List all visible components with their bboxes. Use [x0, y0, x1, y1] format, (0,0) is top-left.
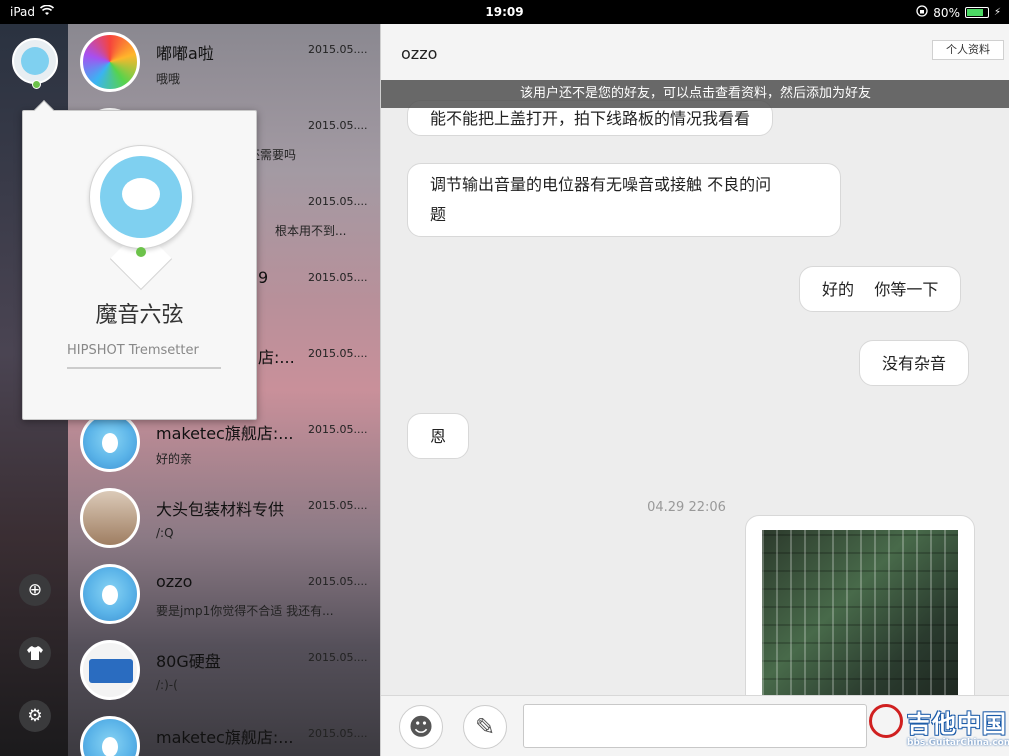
message-date: 2015.05....: [308, 271, 368, 284]
message-date: 2015.05....: [308, 499, 368, 512]
conversation-item[interactable]: 嘟嘟a啦 2015.05.... 哦哦: [68, 24, 380, 100]
message-date: 2015.05....: [308, 119, 368, 132]
profile-popover[interactable]: 魔音六弦 HIPSHOT Tremsetter: [22, 100, 257, 420]
contact-avatar: [80, 640, 140, 700]
circuit-board-photo[interactable]: [762, 530, 958, 695]
gear-icon: ⚙: [27, 706, 43, 726]
contact-name: ozzo: [156, 572, 193, 591]
orientation-lock-icon: [916, 5, 928, 20]
not-friend-notice[interactable]: 该用户还不是您的好友，可以点击查看资料，然后添加为好友: [381, 80, 1009, 108]
message-bubble-sent: 好的 你等一下: [799, 266, 962, 312]
settings-button[interactable]: ⚙: [19, 700, 51, 732]
contact-name: 店:...: [258, 348, 295, 367]
message-text-line: 题: [430, 205, 447, 224]
contact-name: 嘟嘟a啦: [156, 44, 214, 63]
contact-avatar: [80, 32, 140, 92]
message-text-line: 调节输出音量的电位器有无噪音或接触 不良的问: [430, 175, 772, 194]
message-area[interactable]: 能不能把上盖打开，拍下线路板的情况我看看 调节输出音量的电位器有无噪音或接触 不…: [381, 80, 1009, 695]
more-input-button[interactable]: ✎: [463, 705, 507, 749]
qq-logo-icon: [100, 156, 182, 238]
message-text: 恩: [430, 427, 447, 446]
contact-name: 80G硬盘: [156, 652, 221, 671]
chat-header: ozzo 个人资料: [381, 24, 1009, 80]
message-preview: 根本用不到...: [275, 224, 347, 238]
online-status-icon: [136, 247, 146, 257]
battery-icon: [964, 7, 989, 18]
message-preview: 好的亲: [156, 452, 193, 466]
chat-pane: ozzo 个人资料 该用户还不是您的好友，可以点击查看资料，然后添加为好友 能不…: [380, 24, 1009, 756]
message-date: 2015.05....: [308, 43, 368, 56]
contact-avatar: [80, 412, 140, 472]
message-bubble-received: 恩: [407, 413, 470, 459]
message-date: 2015.05....: [308, 575, 368, 588]
message-date: 2015.05....: [308, 423, 368, 436]
clock: 19:09: [485, 5, 524, 19]
message-bubble-received: 调节输出音量的电位器有无噪音或接触 不良的问 题: [407, 163, 841, 237]
profile-avatar[interactable]: [89, 145, 193, 249]
image-message[interactable]: [745, 515, 975, 695]
message-text: 能不能把上盖打开，拍下线路板的情况我看看: [430, 109, 751, 128]
message-preview: /:Q: [156, 526, 174, 540]
conversation-item[interactable]: ozzo 2015.05.... 要是jmp1你觉得不合适 我还有...: [68, 556, 380, 632]
contact-name: 大头包装材料专供: [156, 500, 285, 519]
chat-title: ozzo: [401, 44, 438, 63]
conversation-item[interactable]: 80G硬盘 2015.05.... /:)-(: [68, 632, 380, 708]
contact-name: maketec旗舰店:...: [156, 728, 294, 747]
contact-avatar: [80, 488, 140, 548]
site-watermark: 吉他中国 bbs.GuitarChina.com: [867, 696, 1009, 756]
message-preview: 要是jmp1你觉得不合适 我还有...: [156, 604, 334, 618]
contact-name: 9: [258, 268, 269, 287]
qq-logo-icon: [21, 47, 49, 75]
message-date: 2015.05....: [308, 347, 368, 360]
online-status-icon: [32, 80, 41, 89]
smiley-icon: ☻: [408, 713, 434, 741]
shirt-icon: [27, 646, 43, 666]
status-bar: iPad 19:09 80% ⚡: [0, 0, 1009, 24]
message-text: 没有杂音: [882, 354, 947, 373]
add-contact-button[interactable]: ⊕: [19, 574, 51, 606]
message-bubble-sent: 没有杂音: [859, 340, 970, 386]
composer-bar: ☻ ✎ 吉他中国 bbs.GuitarChina.com: [381, 695, 1009, 756]
view-profile-button[interactable]: 个人资料: [932, 40, 1004, 60]
contact-name: maketec旗舰店:...: [156, 424, 294, 443]
conversation-item[interactable]: maketec旗舰店:... 2015.05....: [68, 708, 380, 756]
message-preview: 哦哦: [156, 72, 181, 86]
charging-icon: ⚡: [993, 7, 1001, 18]
message-date: 2015.05....: [308, 651, 368, 664]
message-preview: 还需要吗: [248, 148, 297, 162]
my-avatar[interactable]: [12, 38, 58, 89]
message-date: 2015.05....: [308, 195, 368, 208]
edit-note-icon: ✎: [474, 713, 496, 741]
contact-avatar: [80, 716, 140, 756]
message-preview: /:)-(: [156, 678, 178, 692]
watermark-title: 吉他中国: [907, 710, 1007, 738]
contact-avatar: [80, 564, 140, 624]
battery-percent: 80%: [933, 5, 960, 20]
add-contact-icon: ⊕: [27, 580, 43, 600]
chat-timestamp: 04.29 22:06: [647, 500, 726, 515]
guitar-logo-icon: [869, 704, 903, 738]
profile-signature-field[interactable]: HIPSHOT Tremsetter: [67, 343, 221, 369]
battery-fill: [966, 9, 983, 16]
conversation-item[interactable]: 大头包装材料专供 2015.05.... /:Q: [68, 480, 380, 556]
profile-nickname: 魔音六弦: [95, 303, 184, 328]
watermark-url: bbs.GuitarChina.com: [907, 738, 1009, 748]
message-input[interactable]: [523, 704, 867, 748]
message-date: 2015.05....: [308, 727, 368, 740]
theme-button[interactable]: [19, 637, 51, 669]
emoji-button[interactable]: ☻: [399, 705, 443, 749]
message-text: 好的 你等一下: [822, 280, 939, 299]
